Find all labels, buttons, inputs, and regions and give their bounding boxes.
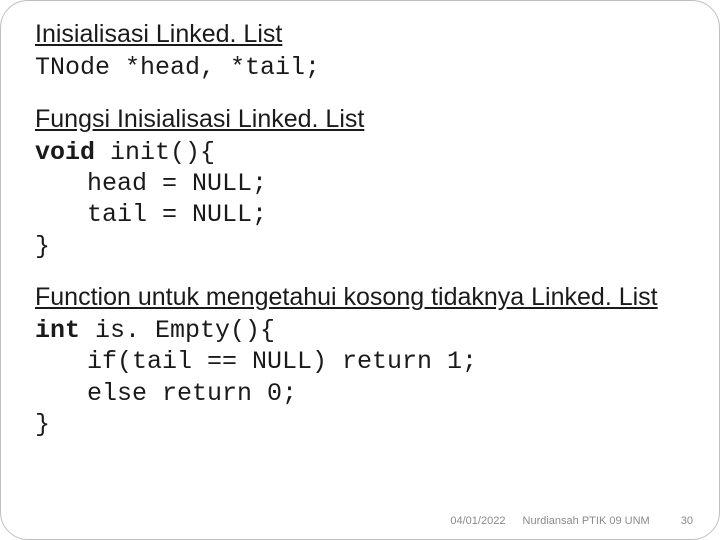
- code-isempty-close: }: [35, 409, 693, 440]
- code-isempty-body2: else return 0;: [35, 378, 693, 409]
- footer-credit: Nurdiansah PTIK 09 UNM: [523, 515, 650, 527]
- sig-init-rest: init(){: [95, 138, 215, 167]
- code-isempty-body1: if(tail == NULL) return 1;: [35, 346, 693, 377]
- footer-page-number: 30: [681, 515, 693, 527]
- code-init-close: }: [35, 231, 693, 262]
- code-isempty-sig: int is. Empty(){: [35, 315, 693, 346]
- section-init-func: Fungsi Inisialisasi Linked. List void in…: [35, 104, 693, 262]
- heading-init: Inisialisasi Linked. List: [35, 19, 693, 50]
- kw-int: int: [35, 316, 80, 345]
- section-init-decl: Inisialisasi Linked. List TNode *head, *…: [35, 19, 693, 84]
- code-init-body2: tail = NULL;: [35, 199, 693, 230]
- section-isempty: Function untuk mengetahui kosong tidakny…: [35, 282, 693, 440]
- sig-isempty-rest: is. Empty(){: [80, 316, 275, 345]
- heading-init-func: Fungsi Inisialisasi Linked. List: [35, 104, 693, 135]
- footer-date: 04/01/2022: [450, 515, 505, 527]
- slide-frame: Inisialisasi Linked. List TNode *head, *…: [0, 0, 720, 540]
- slide-footer: 04/01/2022 Nurdiansah PTIK 09 UNM 30: [450, 515, 693, 527]
- heading-isempty: Function untuk mengetahui kosong tidakny…: [35, 282, 693, 313]
- kw-void: void: [35, 138, 95, 167]
- code-init-sig: void init(){: [35, 137, 693, 168]
- code-init-body1: head = NULL;: [35, 168, 693, 199]
- code-init-decl: TNode *head, *tail;: [35, 52, 693, 83]
